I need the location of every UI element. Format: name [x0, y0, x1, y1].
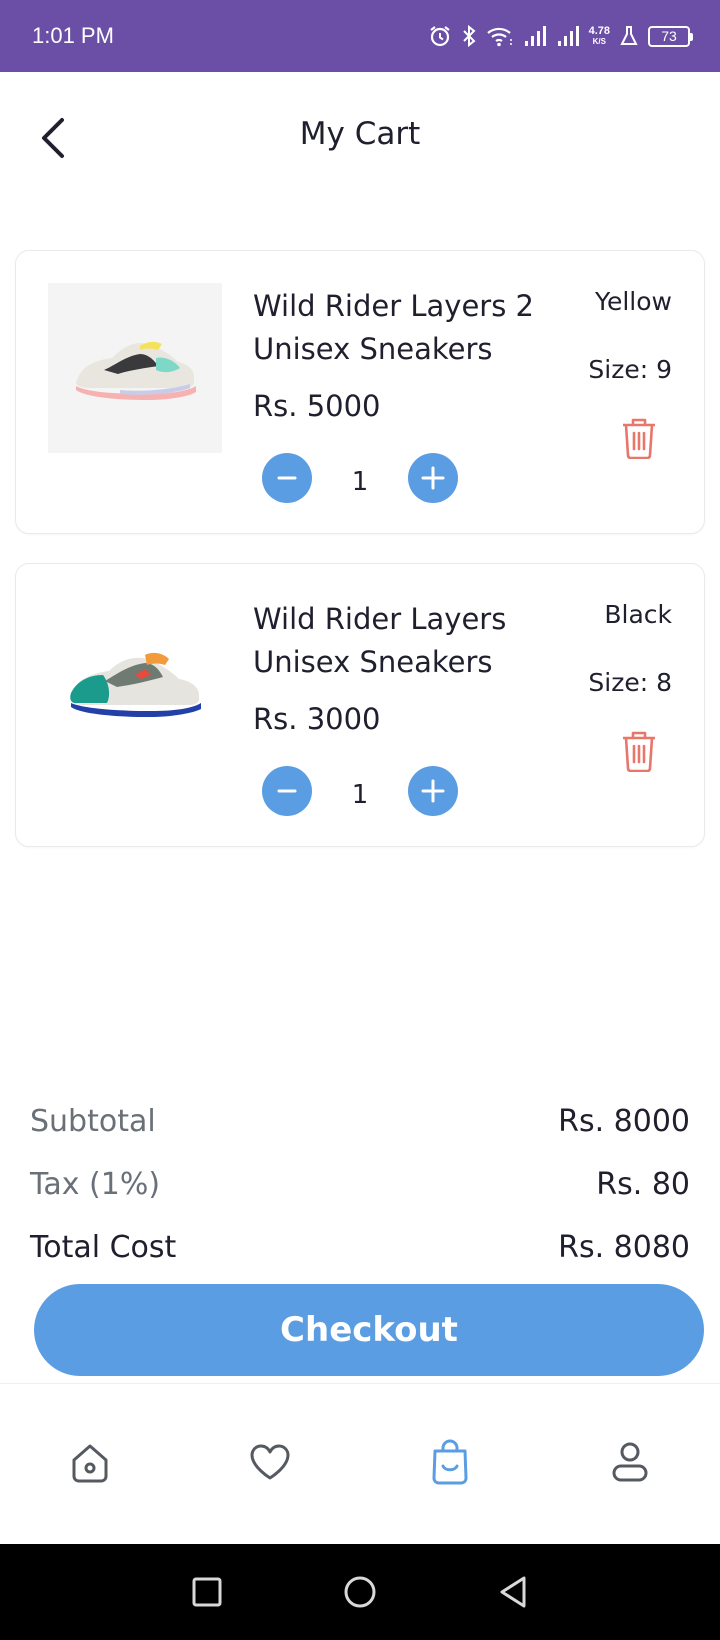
subtotal-row: Subtotal Rs. 8000 [30, 1090, 690, 1153]
cart-list: Wild Rider Layers 2 Unisex Sneakers Rs. … [15, 250, 705, 876]
order-summary: Subtotal Rs. 8000 Tax (1%) Rs. 80 Total … [30, 1090, 690, 1279]
status-icons: 4.78 K/S 73 [428, 24, 693, 48]
sneaker-image [76, 341, 196, 400]
product-size: Size: 9 [588, 355, 672, 384]
heart-icon [250, 1444, 290, 1480]
network-speed-value: 4.78 [588, 24, 610, 37]
nav-profile[interactable] [585, 1422, 675, 1502]
trash-icon [623, 731, 655, 772]
home-button[interactable] [330, 1562, 390, 1622]
product-name: Wild Rider Layers Unisex Sneakers [253, 602, 507, 679]
system-navigation-bar [0, 1544, 720, 1640]
nav-favorites[interactable] [225, 1422, 315, 1502]
minus-icon [277, 789, 297, 793]
plus-icon [421, 779, 445, 803]
quantity-value: 1 [351, 467, 369, 497]
back-system-button[interactable] [483, 1562, 543, 1622]
battery-icon: 73 [648, 25, 693, 47]
sneaker-image [70, 652, 201, 717]
wifi-icon [486, 25, 514, 47]
nav-home[interactable] [45, 1422, 135, 1502]
shopping-bag-icon [432, 1439, 468, 1485]
bluetooth-icon [461, 24, 477, 48]
delete-button[interactable] [618, 728, 660, 774]
increase-quantity-button[interactable] [408, 453, 458, 503]
bottom-nav [0, 1384, 720, 1544]
recent-apps-button[interactable] [177, 1562, 237, 1622]
quantity-stepper: 1 [262, 453, 458, 503]
tax-label: Tax (1%) [30, 1167, 161, 1202]
total-value: Rs. 8080 [558, 1230, 690, 1265]
cart-item: Wild Rider Layers 2 Unisex Sneakers Rs. … [15, 250, 705, 534]
checkout-button[interactable]: Checkout [34, 1284, 704, 1376]
circle-icon [344, 1576, 376, 1608]
triangle-back-icon [500, 1576, 526, 1608]
network-speed-unit: K/S [592, 36, 606, 46]
increase-quantity-button[interactable] [408, 766, 458, 816]
product-price: Rs. 5000 [253, 389, 381, 423]
product-color: Yellow [595, 287, 672, 316]
trash-icon [623, 418, 655, 459]
subtotal-value: Rs. 8000 [558, 1104, 690, 1139]
plus-icon [421, 466, 445, 490]
signal-icon-1 [523, 25, 547, 47]
home-icon [72, 1444, 108, 1483]
flask-icon [619, 25, 639, 47]
product-price: Rs. 3000 [253, 702, 381, 736]
tax-row: Tax (1%) Rs. 80 [30, 1153, 690, 1216]
profile-icon [612, 1442, 648, 1482]
network-speed: 4.78 K/S [588, 24, 610, 47]
status-time: 1:01 PM [32, 23, 114, 48]
product-name: Wild Rider Layers 2 Unisex Sneakers [253, 289, 535, 366]
subtotal-label: Subtotal [30, 1104, 156, 1139]
cart-item: Wild Rider Layers Unisex Sneakers Rs. 30… [15, 563, 705, 847]
total-label: Total Cost [30, 1230, 177, 1265]
product-image [48, 283, 222, 453]
nav-cart[interactable] [405, 1422, 495, 1502]
product-size: Size: 8 [588, 668, 672, 697]
product-image [48, 596, 222, 766]
product-color: Black [604, 600, 672, 629]
decrease-quantity-button[interactable] [262, 766, 312, 816]
alarm-icon [428, 24, 452, 48]
tax-value: Rs. 80 [596, 1167, 690, 1202]
quantity-value: 1 [351, 780, 369, 810]
status-bar: 1:01 PM 4.78 K/S 73 [0, 0, 720, 72]
signal-icon-2 [556, 25, 580, 47]
minus-icon [277, 476, 297, 480]
quantity-stepper: 1 [262, 766, 458, 816]
total-row: Total Cost Rs. 8080 [30, 1216, 690, 1279]
decrease-quantity-button[interactable] [262, 453, 312, 503]
delete-button[interactable] [618, 415, 660, 461]
header: My Cart [0, 72, 720, 200]
square-icon [192, 1577, 222, 1607]
page-title: My Cart [299, 116, 421, 152]
